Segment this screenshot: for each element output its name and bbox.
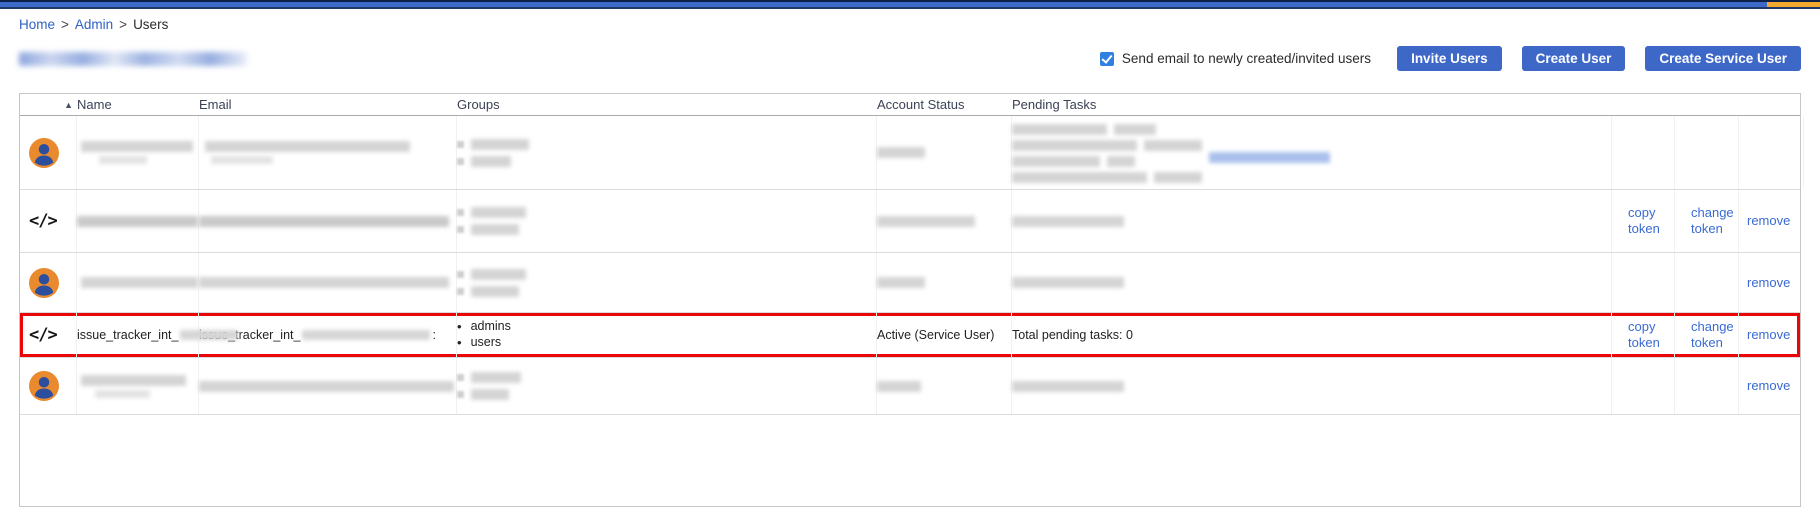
create-service-user-button[interactable]: Create Service User [1645, 46, 1801, 71]
redacted-email [205, 141, 410, 152]
redacted-task [1012, 156, 1100, 167]
groups-list: admins users [457, 319, 511, 351]
send-email-checkbox[interactable] [1100, 52, 1114, 66]
redacted-task [1012, 277, 1124, 288]
redacted-group [471, 156, 511, 167]
user-avatar-icon [29, 268, 59, 298]
column-header-groups[interactable]: Groups [457, 97, 877, 112]
redacted-name [81, 141, 193, 152]
group-item: admins [457, 320, 511, 334]
redacted-name-suffix [180, 330, 238, 340]
redacted-group [471, 389, 509, 400]
redacted-name [81, 277, 198, 288]
redacted-task [1012, 172, 1147, 183]
redacted-task [1012, 124, 1107, 135]
page-title-redacted [19, 52, 247, 66]
copy-token-link[interactable]: copy token [1628, 319, 1674, 350]
invite-users-button[interactable]: Invite Users [1397, 46, 1502, 71]
service-user-code-icon: </> [29, 325, 57, 345]
group-item: users [457, 336, 511, 350]
redacted-name [99, 156, 147, 164]
top-bar-yellow-segment [1767, 2, 1820, 7]
column-header-account-status[interactable]: Account Status [877, 97, 1012, 112]
redacted-name [77, 216, 198, 227]
redacted-task [1154, 172, 1202, 183]
redacted-status [877, 147, 925, 158]
breadcrumb-admin-link[interactable]: Admin [75, 17, 113, 32]
copy-token-link[interactable]: copy token [1628, 205, 1674, 236]
service-user-code-icon: </> [29, 211, 57, 231]
change-token-link[interactable]: change token [1691, 319, 1738, 350]
redacted-bullet [457, 158, 464, 165]
breadcrumb-home-link[interactable]: Home [19, 17, 55, 32]
redacted-status [877, 277, 925, 288]
redacted-email [199, 277, 449, 288]
redacted-group [471, 224, 519, 235]
redacted-status [877, 381, 921, 392]
sort-indicator-cell: ▲ [20, 100, 77, 110]
top-accent-bar [0, 0, 1820, 9]
redacted-group [471, 372, 521, 383]
redacted-email [199, 216, 449, 227]
table-row: remove [20, 358, 1800, 415]
redacted-task [1114, 124, 1156, 135]
redacted-task [1012, 216, 1124, 227]
redacted-link[interactable] [1209, 152, 1330, 163]
remove-link[interactable]: remove [1747, 275, 1790, 291]
redacted-bullet [457, 288, 464, 295]
user-avatar-icon [29, 371, 59, 401]
table-row-highlighted: </> issue_tracker_int_ issue_tracker_int… [20, 313, 1800, 358]
remove-link[interactable]: remove [1747, 378, 1790, 394]
service-user-name: issue_tracker_int_ [77, 328, 178, 342]
redacted-bullet [457, 226, 464, 233]
user-avatar-icon [29, 138, 59, 168]
redacted-bullet [457, 271, 464, 278]
send-email-checkbox-label: Send email to newly created/invited user… [1122, 51, 1371, 66]
redacted-bullet [457, 391, 464, 398]
redacted-name [95, 390, 150, 398]
breadcrumb-current-users: Users [133, 17, 168, 32]
breadcrumb: Home > Admin > Users [19, 17, 1801, 32]
table-row [20, 116, 1800, 190]
service-user-email-suffix: : [432, 328, 435, 342]
redacted-task [1012, 381, 1124, 392]
redacted-task [1144, 140, 1202, 151]
create-user-button[interactable]: Create User [1522, 46, 1626, 71]
change-token-link[interactable]: change token [1691, 205, 1738, 236]
remove-link[interactable]: remove [1747, 327, 1790, 343]
column-header-email[interactable]: Email [199, 97, 457, 112]
breadcrumb-separator: > [61, 17, 69, 32]
redacted-task [1012, 140, 1137, 151]
redacted-status [877, 216, 975, 227]
table-row: </> copy token change token remove [20, 190, 1800, 253]
breadcrumb-separator: > [119, 17, 127, 32]
redacted-bullet [457, 141, 464, 148]
redacted-email-suffix [302, 330, 430, 340]
account-status: Active (Service User) [877, 328, 994, 342]
sort-ascending-icon: ▲ [64, 100, 73, 110]
toolbar: Send email to newly created/invited user… [19, 45, 1801, 72]
redacted-email [211, 156, 273, 164]
redacted-group [471, 207, 526, 218]
table-header-row: ▲ Name Email Groups Account Status Pendi… [20, 94, 1800, 116]
pending-tasks-summary: Total pending tasks: 0 [1012, 328, 1133, 342]
column-header-pending-tasks[interactable]: Pending Tasks [1012, 97, 1612, 112]
redacted-bullet [457, 209, 464, 216]
remove-link[interactable]: remove [1747, 213, 1790, 229]
table-row: remove [20, 253, 1800, 313]
column-header-name[interactable]: Name [77, 97, 199, 112]
redacted-group [471, 139, 529, 150]
redacted-task [1107, 156, 1135, 167]
redacted-email [199, 381, 454, 392]
redacted-bullet [457, 374, 464, 381]
redacted-group [471, 286, 519, 297]
users-table: ▲ Name Email Groups Account Status Pendi… [19, 93, 1801, 507]
redacted-name [81, 375, 186, 386]
redacted-group [471, 269, 526, 280]
